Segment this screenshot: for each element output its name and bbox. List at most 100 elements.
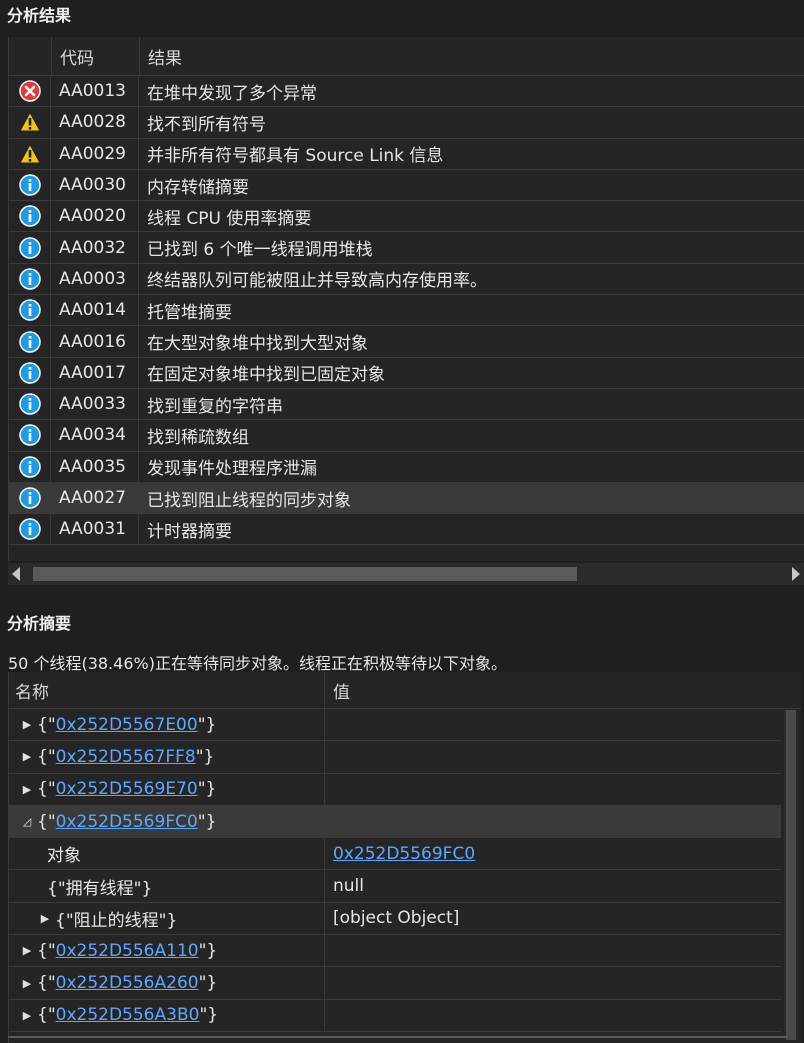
object-address-link[interactable]: 0x252D5567FF8 <box>56 747 196 767</box>
result-row[interactable]: AA0014 托管堆摘要 <box>9 295 804 327</box>
brace-close: "} <box>197 779 217 800</box>
result-row[interactable]: AA0033 找到重复的字符串 <box>9 388 804 421</box>
brace-close: "} <box>197 714 217 735</box>
header-value[interactable]: 值 <box>325 678 350 703</box>
summary-description: 50 个线程(38.46%)正在等待同步对象。线程正在积极等待以下对象。 <box>8 654 507 673</box>
result-row[interactable]: AA0030 内存转储摘要 <box>9 169 804 202</box>
horizontal-scrollbar[interactable] <box>8 563 804 585</box>
tree-name-cell: ▶ {" 0x252D5567FF8 "} <box>9 741 325 773</box>
results-section-title: 分析结果 <box>7 6 72 25</box>
expand-triangle-icon[interactable]: ▶ <box>21 783 33 796</box>
tree-item-label: {"阻止的线程"} <box>55 910 178 931</box>
result-text: 线程 CPU 使用率摘要 <box>147 208 312 229</box>
scroll-left-arrow-icon[interactable] <box>12 567 20 581</box>
result-icon-cell <box>9 169 51 201</box>
object-address-link[interactable]: 0x252D5569FC0 <box>56 812 198 832</box>
result-code: AA0032 <box>51 232 139 263</box>
result-text: 托管堆摘要 <box>147 302 232 323</box>
result-row[interactable]: AA0028 找不到所有符号 <box>9 107 804 139</box>
expand-triangle-icon[interactable]: ▶ <box>21 944 33 957</box>
tree-row[interactable]: ▶ {" 0x252D556A3B0 "} <box>9 999 781 1032</box>
result-code: AA0034 <box>51 420 139 451</box>
tree-row[interactable]: ▶ {" 0x252D556A110 "} <box>9 935 781 968</box>
result-icon-cell <box>9 357 51 388</box>
tree-row[interactable]: 对象 0x252D5569FC0 <box>9 838 781 871</box>
result-row[interactable]: AA0017 在固定对象堆中找到已固定对象 <box>9 357 804 389</box>
result-row[interactable]: AA0029 并非所有符号都具有 Source Link 信息 <box>9 138 804 170</box>
result-row[interactable]: AA0032 已找到 6 个唯一线程调用堆栈 <box>9 232 804 264</box>
result-icon-cell <box>9 388 51 420</box>
tree-row[interactable]: ▶ {" 0x252D5567FF8 "} <box>9 741 781 774</box>
result-icon-cell <box>9 201 51 232</box>
result-icon-cell <box>9 451 51 482</box>
result-row[interactable]: AA0020 线程 CPU 使用率摘要 <box>9 201 804 233</box>
object-address-link[interactable]: 0x252D556A3B0 <box>56 1005 200 1025</box>
expand-triangle-icon[interactable]: ▶ <box>21 977 33 990</box>
result-row[interactable]: AA0027 已找到阻止线程的同步对象 <box>9 482 804 515</box>
tree-rows: ▶ {" 0x252D5567E00 "} ▶ {" 0x252D5567FF8 "} ▶ {" 0… <box>9 709 801 1032</box>
header-code[interactable]: 代码 <box>52 37 140 75</box>
info-icon <box>18 236 41 259</box>
result-icon-cell <box>9 420 51 451</box>
tree-row[interactable]: ▶ {" 0x252D556A260 "} <box>9 967 781 1000</box>
brace-close: "} <box>199 1005 219 1026</box>
tree-row[interactable]: ◿ {" 0x252D5569FC0 "} <box>9 805 781 839</box>
vertical-scrollbar[interactable] <box>784 710 798 1040</box>
object-address-link[interactable]: 0x252D556A110 <box>56 941 199 961</box>
result-icon-cell <box>9 326 51 357</box>
header-result[interactable]: 结果 <box>140 44 182 69</box>
tree-row[interactable]: {"拥有线程"} null <box>9 870 781 903</box>
results-rows: AA0013 在堆中发现了多个异常 AA0028 找不到所有符号 AA0029 并非所有符… <box>9 76 804 546</box>
result-code: AA0016 <box>51 326 139 357</box>
result-code: AA0035 <box>51 451 139 482</box>
expand-triangle-icon[interactable]: ▶ <box>21 1009 33 1022</box>
header-name[interactable]: 名称 <box>9 672 325 708</box>
info-icon <box>18 424 41 447</box>
result-row[interactable]: AA0034 找到稀疏数组 <box>9 420 804 452</box>
tree-value: null <box>333 876 364 897</box>
header-icon-column[interactable] <box>9 37 52 75</box>
expand-triangle-icon[interactable]: ▶ <box>21 718 33 731</box>
result-text: 发现事件处理程序泄漏 <box>147 459 317 480</box>
tree-name-cell: ▶ {" 0x252D556A110 "} <box>9 935 325 967</box>
tree-name-cell: ▶ {" 0x252D556A260 "} <box>9 967 325 999</box>
expand-triangle-icon[interactable]: ▶ <box>21 750 33 763</box>
tree-name-cell: {"拥有线程"} <box>9 870 325 902</box>
vertical-scroll-thumb[interactable] <box>786 710 796 1040</box>
result-row[interactable]: AA0035 发现事件处理程序泄漏 <box>9 451 804 483</box>
object-address-link[interactable]: 0x252D556A260 <box>56 973 199 993</box>
expand-triangle-icon[interactable]: ▶ <box>39 912 51 925</box>
result-row[interactable]: AA0016 在大型对象堆中找到大型对象 <box>9 326 804 358</box>
result-row[interactable]: AA0003 终结器队列可能被阻止并导致高内存使用率。 <box>9 263 804 296</box>
scroll-right-arrow-icon[interactable] <box>792 567 800 581</box>
tree-row[interactable]: ▶ {" 0x252D5567E00 "} <box>9 709 781 742</box>
tree-name-cell: 对象 <box>9 838 325 870</box>
object-address-link[interactable]: 0x252D5567E00 <box>56 715 198 735</box>
value-address-link[interactable]: 0x252D5569FC0 <box>333 844 475 864</box>
result-code: AA0013 <box>51 76 139 107</box>
tree-name-cell: ▶ {" 0x252D5567E00 "} <box>9 709 325 741</box>
horizontal-scrollbar-bottom[interactable] <box>8 1036 788 1038</box>
tree-value: [object Object] <box>333 908 460 929</box>
tree-row[interactable]: ▶ {" 0x252D5569E70 "} <box>9 773 781 806</box>
object-address-link[interactable]: 0x252D5569E70 <box>56 779 198 799</box>
result-row[interactable]: AA0013 在堆中发现了多个异常 <box>9 76 804 108</box>
result-text: 找不到所有符号 <box>147 114 266 135</box>
result-code: AA0031 <box>51 514 139 545</box>
result-text: 找到稀疏数组 <box>147 427 249 448</box>
result-icon-cell <box>9 514 51 545</box>
result-row[interactable]: AA0031 计时器摘要 <box>9 514 804 546</box>
info-icon <box>18 393 41 415</box>
tree-name-cell: ▶ {" 0x252D5569E70 "} <box>9 773 325 805</box>
tree-item-label: 对象 <box>47 846 81 867</box>
result-text: 内存转储摘要 <box>147 177 249 198</box>
result-code: AA0003 <box>51 263 139 295</box>
result-text: 已找到阻止线程的同步对象 <box>147 490 351 511</box>
brace-open: {" <box>37 746 56 767</box>
tree-row[interactable]: ▶ {"阻止的线程"} [object Object] <box>9 902 781 936</box>
tree-name-cell: ◿ {" 0x252D5569FC0 "} <box>9 805 325 838</box>
collapse-triangle-icon[interactable]: ◿ <box>21 815 33 828</box>
warning-icon <box>18 111 41 133</box>
brace-close: "} <box>198 940 218 961</box>
scroll-thumb[interactable] <box>33 567 577 581</box>
